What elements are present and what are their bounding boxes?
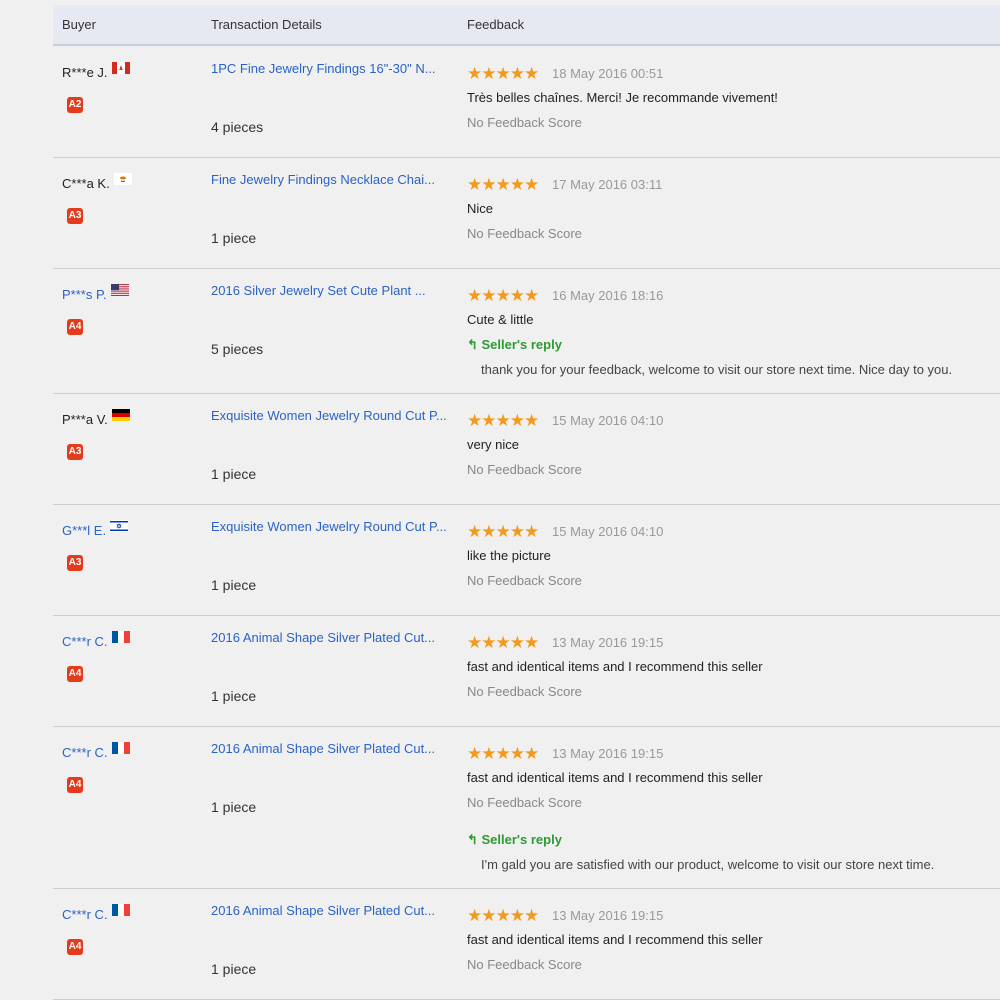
feedback-date: 13 May 2016 19:15 bbox=[552, 635, 664, 650]
buyer-name[interactable]: C***r C. bbox=[62, 634, 108, 649]
feedback-comment: fast and identical items and I recommend… bbox=[467, 659, 763, 674]
transaction-column-header: Transaction Details bbox=[211, 17, 322, 32]
buyer-name[interactable]: G***l E. bbox=[62, 523, 106, 538]
quantity: 1 piece bbox=[211, 466, 257, 482]
buyer-level-badge: A3 bbox=[67, 208, 83, 224]
buyer-level-badge: A4 bbox=[67, 666, 83, 682]
feedback-score: No Feedback Score bbox=[467, 226, 582, 241]
buyer-name[interactable]: C***r C. bbox=[62, 745, 108, 760]
feedback-date: 18 May 2016 00:51 bbox=[552, 66, 664, 81]
quantity: 1 piece bbox=[211, 799, 257, 815]
seller-reply-label: ↰ Seller's reply bbox=[467, 337, 562, 352]
buyer-name-cell: R***e J. bbox=[62, 61, 130, 80]
feedback-comment: Très belles chaînes. Merci! Je recommand… bbox=[467, 90, 778, 105]
feedback-comment: like the picture bbox=[467, 548, 551, 563]
quantity: 4 pieces bbox=[211, 119, 264, 135]
seller-reply-text: I'm gald you are satisfied with our prod… bbox=[481, 857, 935, 872]
feedback-date: 15 May 2016 04:10 bbox=[552, 413, 664, 428]
buyer-name-cell: P***a V. bbox=[62, 408, 130, 427]
buyer-level-badge: A4 bbox=[67, 939, 83, 955]
country-flag-icon bbox=[111, 903, 130, 916]
product-link[interactable]: 1PC Fine Jewelry Findings 16"-30" N... bbox=[211, 61, 436, 76]
quantity: 1 piece bbox=[211, 961, 257, 977]
feedback-row: P***s P. A4 2016 Silver Jewelry Set Cute… bbox=[53, 268, 1000, 394]
rating-stars-icon: ★★★★★ bbox=[467, 633, 539, 652]
buyer-level-badge: A3 bbox=[67, 555, 83, 571]
seller-reply-label: ↰ Seller's reply bbox=[467, 832, 562, 847]
country-flag-icon bbox=[111, 408, 130, 421]
buyer-level-badge: A2 bbox=[67, 97, 83, 113]
feedback-score: No Feedback Score bbox=[467, 957, 582, 972]
rating-stars-icon: ★★★★★ bbox=[467, 744, 539, 763]
feedback-date: 17 May 2016 03:11 bbox=[552, 177, 663, 192]
buyer-name-cell[interactable]: P***s P. bbox=[62, 283, 129, 302]
buyer-name[interactable]: P***s P. bbox=[62, 287, 107, 302]
buyer-level-badge: A4 bbox=[67, 319, 83, 335]
feedback-score: No Feedback Score bbox=[467, 573, 582, 588]
country-flag-icon bbox=[111, 630, 130, 643]
quantity: 1 piece bbox=[211, 230, 257, 246]
buyer-level-badge: A3 bbox=[67, 444, 83, 460]
feedback-score: No Feedback Score bbox=[467, 462, 582, 477]
buyer-name-cell[interactable]: C***r C. bbox=[62, 903, 130, 922]
product-link[interactable]: 2016 Animal Shape Silver Plated Cut... bbox=[211, 741, 435, 756]
feedback-row: C***r C. A4 2016 Animal Shape Silver Pla… bbox=[53, 888, 1000, 1000]
product-link[interactable]: 2016 Animal Shape Silver Plated Cut... bbox=[211, 630, 435, 645]
quantity: 1 piece bbox=[211, 577, 257, 593]
product-link[interactable]: 2016 Animal Shape Silver Plated Cut... bbox=[211, 903, 435, 918]
quantity: 5 pieces bbox=[211, 341, 264, 357]
country-flag-icon bbox=[110, 283, 129, 296]
country-flag-icon bbox=[111, 61, 130, 74]
buyer-name-cell[interactable]: C***r C. bbox=[62, 630, 130, 649]
rating-stars-icon: ★★★★★ bbox=[467, 286, 539, 305]
rating-stars-icon: ★★★★★ bbox=[467, 906, 539, 925]
feedback-score: No Feedback Score bbox=[467, 684, 582, 699]
feedback-date: 13 May 2016 19:15 bbox=[552, 908, 664, 923]
table-header: Buyer Transaction Details Feedback bbox=[53, 5, 1000, 46]
product-link[interactable]: Fine Jewelry Findings Necklace Chai... bbox=[211, 172, 435, 187]
rating-stars-icon: ★★★★★ bbox=[467, 411, 539, 430]
feedback-comment: very nice bbox=[467, 437, 520, 452]
feedback-date: 15 May 2016 04:10 bbox=[552, 524, 664, 539]
rating-stars-icon: ★★★★★ bbox=[467, 175, 539, 194]
buyer-name-cell: C***a K. bbox=[62, 172, 132, 191]
feedback-row: R***e J. A2 1PC Fine Jewelry Findings 16… bbox=[53, 46, 1000, 158]
rating-stars-icon: ★★★★★ bbox=[467, 522, 539, 541]
buyer-name: R***e J. bbox=[62, 65, 108, 80]
country-flag-icon bbox=[113, 172, 132, 185]
feedback-row: P***a V. A3 Exquisite Women Jewelry Roun… bbox=[53, 393, 1000, 505]
buyer-name: C***a K. bbox=[62, 176, 110, 191]
feedback-row: C***a K. A3 Fine Jewelry Findings Neckla… bbox=[53, 157, 1000, 269]
feedback-comment: fast and identical items and I recommend… bbox=[467, 932, 763, 947]
buyer-name[interactable]: C***r C. bbox=[62, 907, 108, 922]
feedback-score: No Feedback Score bbox=[467, 795, 582, 810]
seller-reply-text: thank you for your feedback, welcome to … bbox=[481, 362, 953, 377]
feedback-date: 16 May 2016 18:16 bbox=[552, 288, 664, 303]
product-link[interactable]: 2016 Silver Jewelry Set Cute Plant ... bbox=[211, 283, 426, 298]
buyer-level-badge: A4 bbox=[67, 777, 83, 793]
feedback-comment: Cute & little bbox=[467, 312, 534, 327]
product-link[interactable]: Exquisite Women Jewelry Round Cut P... bbox=[211, 408, 447, 423]
country-flag-icon bbox=[110, 519, 129, 532]
feedback-column-header: Feedback bbox=[467, 17, 525, 32]
country-flag-icon bbox=[111, 741, 130, 754]
rating-stars-icon: ★★★★★ bbox=[467, 64, 539, 83]
feedback-comment: Nice bbox=[467, 201, 494, 216]
buyer-column-header: Buyer bbox=[62, 17, 96, 32]
buyer-name-cell[interactable]: C***r C. bbox=[62, 741, 130, 760]
feedback-row: G***l E. A3 Exquisite Women Jewelry Roun… bbox=[53, 504, 1000, 616]
buyer-name: P***a V. bbox=[62, 412, 108, 427]
buyer-name-cell[interactable]: G***l E. bbox=[62, 519, 129, 538]
feedback-row: C***r C. A4 2016 Animal Shape Silver Pla… bbox=[53, 726, 1000, 889]
feedback-score: No Feedback Score bbox=[467, 115, 582, 130]
feedback-comment: fast and identical items and I recommend… bbox=[467, 770, 763, 785]
feedback-date: 13 May 2016 19:15 bbox=[552, 746, 664, 761]
product-link[interactable]: Exquisite Women Jewelry Round Cut P... bbox=[211, 519, 447, 534]
quantity: 1 piece bbox=[211, 688, 257, 704]
feedback-row: C***r C. A4 2016 Animal Shape Silver Pla… bbox=[53, 615, 1000, 727]
